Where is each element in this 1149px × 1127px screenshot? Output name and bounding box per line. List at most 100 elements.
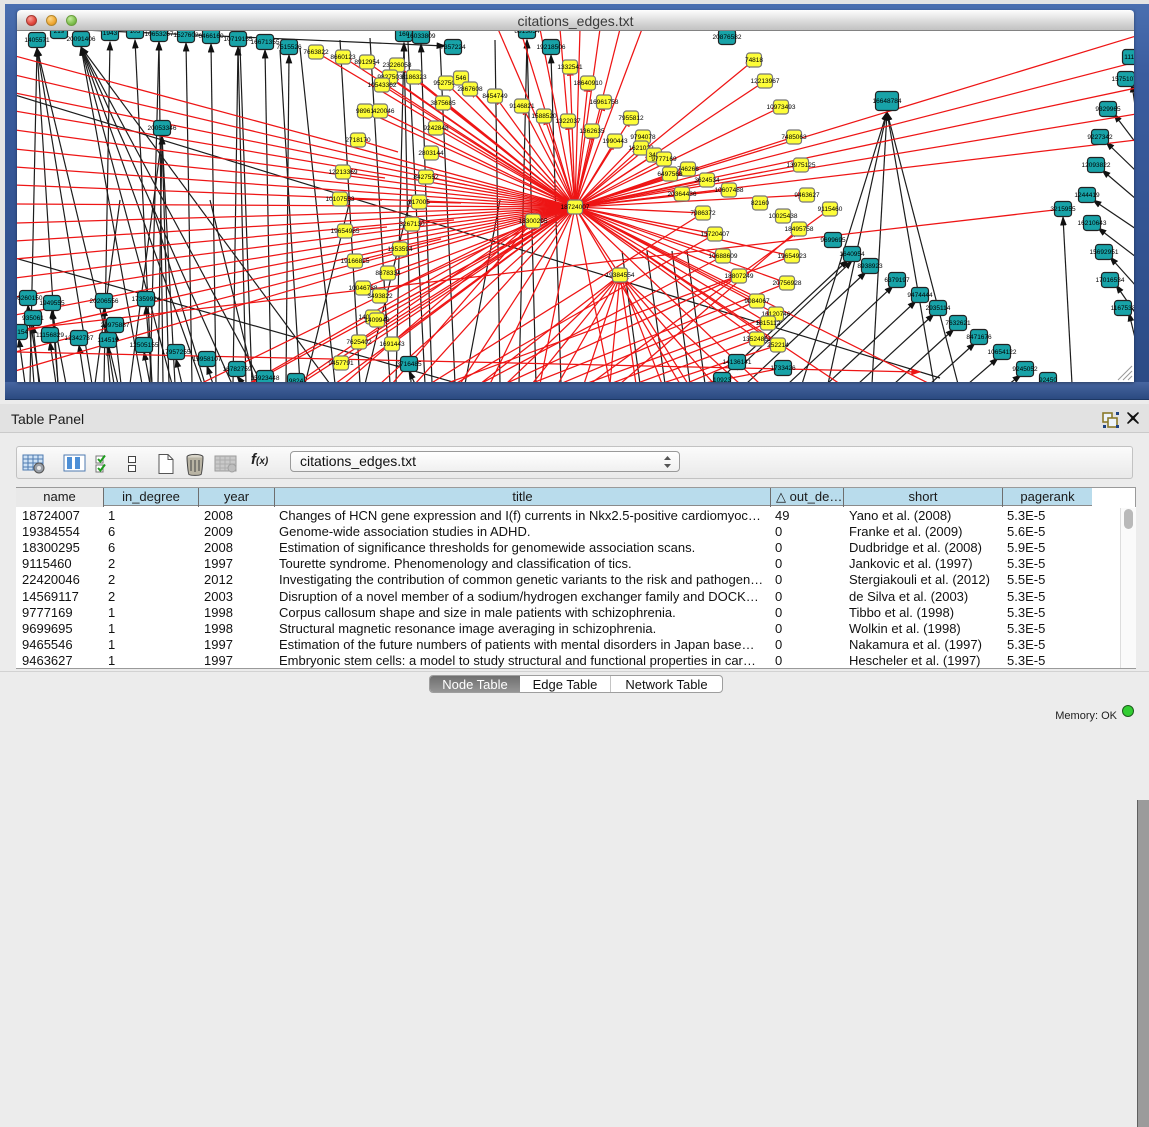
svg-text:10025438: 10025438 <box>769 213 798 220</box>
svg-text:18495758: 18495758 <box>785 226 814 233</box>
svg-text:17957255: 17957255 <box>162 349 191 356</box>
svg-text:8938923: 8938923 <box>857 263 883 270</box>
svg-text:9146821: 9146821 <box>509 103 535 110</box>
svg-text:9227342: 9227342 <box>1087 134 1113 141</box>
svg-text:20876582: 20876582 <box>713 34 742 41</box>
svg-text:7625402: 7625402 <box>346 339 372 346</box>
svg-text:12213967: 12213967 <box>751 78 780 85</box>
svg-text:9115460: 9115460 <box>818 206 843 213</box>
svg-text:10973493: 10973493 <box>767 104 796 111</box>
svg-text:2935114: 2935114 <box>926 305 951 312</box>
svg-text:18724007: 18724007 <box>561 204 590 211</box>
svg-text:19218506: 19218506 <box>537 44 566 51</box>
svg-text:1322037: 1322037 <box>555 118 581 125</box>
svg-text:219: 219 <box>54 31 65 35</box>
svg-text:20053346: 20053346 <box>148 125 177 132</box>
svg-text:3716485: 3716485 <box>396 361 422 368</box>
svg-text:1588520: 1588520 <box>531 113 557 120</box>
svg-text:16782759: 16782759 <box>223 366 252 373</box>
svg-text:9242848: 9242848 <box>423 125 449 132</box>
svg-text:1332541: 1332541 <box>557 64 583 71</box>
svg-text:12505155: 12505155 <box>130 342 159 349</box>
svg-text:98961: 98961 <box>356 108 374 115</box>
svg-text:1362635: 1362635 <box>579 128 605 135</box>
svg-text:1527602: 1527602 <box>173 32 199 39</box>
svg-text:3624534: 3624534 <box>694 177 720 184</box>
svg-text:1640954: 1640954 <box>839 251 865 258</box>
svg-text:546: 546 <box>456 75 467 82</box>
svg-text:10607488: 10607488 <box>715 187 744 194</box>
svg-text:9084067: 9084067 <box>744 298 770 305</box>
svg-text:6466160: 6466160 <box>198 33 224 40</box>
svg-text:17359924: 17359924 <box>132 296 161 303</box>
svg-text:16210643: 16210643 <box>1078 220 1107 227</box>
svg-text:7632621: 7632621 <box>945 320 971 327</box>
svg-text:7515526: 7515526 <box>276 44 302 51</box>
svg-text:18640910: 18640910 <box>574 80 603 87</box>
svg-text:16648784: 16648784 <box>873 98 902 105</box>
svg-text:12093822: 12093822 <box>1082 162 1111 169</box>
svg-text:7663822: 7663822 <box>303 49 329 56</box>
svg-text:15751074: 15751074 <box>1112 76 1134 83</box>
svg-text:15923448: 15923448 <box>251 375 280 382</box>
svg-text:12213369: 12213369 <box>329 169 358 176</box>
svg-text:1949555: 1949555 <box>39 300 65 307</box>
svg-text:10688609: 10688609 <box>709 253 738 260</box>
svg-text:9245052: 9245052 <box>1012 366 1038 373</box>
svg-text:12342737: 12342737 <box>65 335 94 342</box>
svg-text:1353594: 1353594 <box>387 246 413 253</box>
svg-text:1167533: 1167533 <box>1111 305 1134 312</box>
svg-text:7986372: 7986372 <box>690 210 716 217</box>
svg-text:13975125: 13975125 <box>787 162 816 169</box>
svg-text:20091406: 20091406 <box>67 36 96 43</box>
svg-text:20756928: 20756928 <box>773 280 802 287</box>
svg-text:19958107: 19958107 <box>193 356 222 363</box>
svg-text:20206556: 20206556 <box>90 298 119 305</box>
svg-text:74818: 74818 <box>745 57 763 64</box>
svg-text:3493822: 3493822 <box>367 293 393 300</box>
svg-text:14136141: 14136141 <box>723 359 752 366</box>
svg-text:1733426: 1733426 <box>770 365 796 372</box>
svg-text:39154: 39154 <box>17 329 28 336</box>
svg-text:1244419: 1244419 <box>1074 192 1100 199</box>
svg-text:8813054: 8813054 <box>514 31 540 35</box>
svg-text:1405571: 1405571 <box>24 37 50 44</box>
svg-text:2718170: 2718170 <box>345 137 371 144</box>
svg-text:15692951: 15692951 <box>1090 249 1119 256</box>
svg-text:6497568: 6497568 <box>657 171 683 178</box>
svg-text:8186323: 8186323 <box>401 74 427 81</box>
svg-text:9699695: 9699695 <box>820 237 846 244</box>
svg-text:2803144: 2803144 <box>418 150 444 157</box>
svg-text:11156829: 11156829 <box>36 332 64 339</box>
svg-text:7357224: 7357224 <box>440 44 466 51</box>
svg-text:9463627: 9463627 <box>794 192 820 199</box>
svg-text:935061: 935061 <box>22 315 44 322</box>
svg-text:20975887: 20975887 <box>101 322 130 329</box>
svg-text:1815112: 1815112 <box>756 320 781 327</box>
svg-text:19654923: 19654923 <box>778 253 807 260</box>
svg-text:8454749: 8454749 <box>482 93 508 100</box>
svg-text:9474444: 9474444 <box>907 292 933 299</box>
svg-text:1943: 1943 <box>103 31 118 37</box>
svg-text:19166825: 19166825 <box>341 258 370 265</box>
svg-text:10923: 10923 <box>713 377 731 382</box>
svg-text:92450: 92450 <box>1039 377 1057 382</box>
svg-text:7485063: 7485063 <box>781 134 807 141</box>
svg-text:10653267: 10653267 <box>145 31 174 38</box>
svg-text:9329965: 9329965 <box>1095 106 1121 113</box>
svg-text:10107553: 10107553 <box>326 196 355 203</box>
svg-text:9457791: 9457791 <box>328 360 354 367</box>
svg-text:8878334: 8878334 <box>375 270 401 277</box>
svg-text:9777169: 9777169 <box>651 156 677 163</box>
svg-text:1409948: 1409948 <box>364 317 390 324</box>
svg-text:3267130: 3267130 <box>399 221 425 228</box>
svg-text:9794078: 9794078 <box>630 134 656 141</box>
svg-text:2867608: 2867608 <box>457 86 483 93</box>
svg-text:19384554: 19384554 <box>606 272 635 279</box>
svg-text:3215955: 3215955 <box>1050 206 1076 213</box>
svg-text:1691443: 1691443 <box>379 341 405 348</box>
svg-text:1990443: 1990443 <box>602 138 628 145</box>
svg-text:15720407: 15720407 <box>701 231 730 238</box>
svg-text:7955812: 7955812 <box>618 115 644 122</box>
svg-text:8660123: 8660123 <box>330 54 356 61</box>
